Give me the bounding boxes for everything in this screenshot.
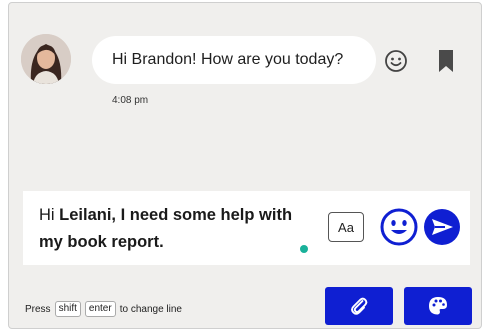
keyboard-hint: Press shift enter to change line bbox=[25, 301, 182, 317]
paperclip-icon bbox=[351, 297, 368, 315]
smiley-face-icon bbox=[385, 50, 407, 72]
chat-window: Hi Brandon! How are you today? 4:08 pm H… bbox=[8, 2, 482, 329]
text-format-button[interactable]: Aa bbox=[328, 212, 364, 242]
hint-prefix: Press bbox=[25, 303, 51, 315]
bookmark-icon bbox=[439, 50, 453, 72]
emoji-button[interactable] bbox=[379, 207, 419, 247]
smiley-face-icon bbox=[380, 208, 418, 246]
react-button[interactable] bbox=[383, 48, 409, 74]
shift-key-badge: shift bbox=[54, 301, 81, 317]
hint-suffix: to change line bbox=[119, 303, 182, 315]
composer-text-plain: Hi bbox=[39, 206, 60, 224]
text-format-label: Aa bbox=[338, 219, 354, 235]
send-button[interactable] bbox=[422, 207, 462, 247]
palette-icon bbox=[429, 297, 447, 315]
enter-key-badge: enter bbox=[84, 301, 116, 317]
theme-button[interactable] bbox=[404, 287, 472, 325]
composer-text-bold: Leilani, I need some help with my book r… bbox=[39, 206, 293, 251]
avatar-photo bbox=[21, 34, 71, 84]
message-text: Hi Brandon! How are you today? bbox=[112, 51, 344, 68]
composer-input[interactable]: Hi Leilani, I need some help with my boo… bbox=[39, 202, 309, 256]
avatar bbox=[21, 34, 71, 84]
attach-button[interactable] bbox=[325, 287, 393, 325]
send-arrow-icon bbox=[424, 209, 460, 245]
typing-indicator bbox=[300, 245, 308, 253]
message-timestamp: 4:08 pm bbox=[112, 95, 149, 106]
message-composer[interactable]: Hi Leilani, I need some help with my boo… bbox=[23, 191, 470, 265]
bookmark-button[interactable] bbox=[435, 48, 457, 74]
message-bubble: Hi Brandon! How are you today? bbox=[92, 36, 376, 84]
